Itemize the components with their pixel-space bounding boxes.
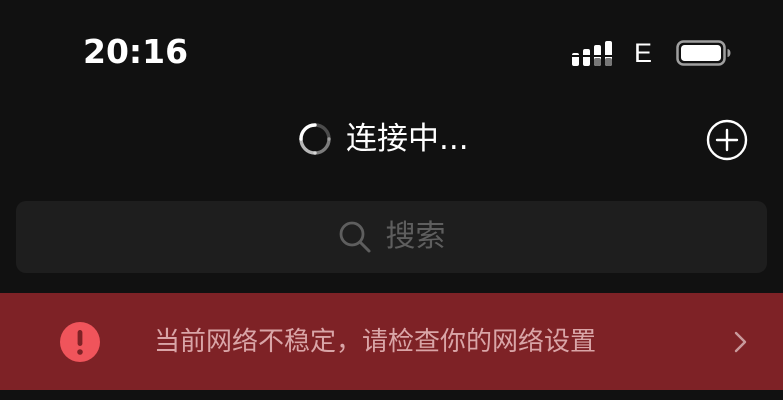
status-time: 20:16 <box>83 32 189 71</box>
search-icon <box>339 221 370 253</box>
network-type-label: E <box>634 38 653 68</box>
cellular-signal-icon <box>572 41 614 66</box>
search-input[interactable]: 搜索 <box>16 201 767 273</box>
plus-circle-icon[interactable] <box>706 119 748 161</box>
battery-icon <box>676 40 731 66</box>
wechat-chats-screen: 20:16 E 连接中... 搜索 当前网络不稳定，请检查你的网络设置 <box>0 0 783 400</box>
loading-spinner-icon <box>299 123 331 155</box>
network-warning-banner[interactable]: 当前网络不稳定，请检查你的网络设置 <box>0 293 783 390</box>
search-placeholder: 搜索 <box>385 219 446 254</box>
chevron-right-icon <box>734 331 747 353</box>
network-warning-text: 当前网络不稳定，请检查你的网络设置 <box>154 327 597 357</box>
nav-title: 连接中... <box>346 121 469 157</box>
nav-title-group: 连接中... <box>298 116 469 162</box>
exclamation-circle-icon <box>60 322 100 362</box>
